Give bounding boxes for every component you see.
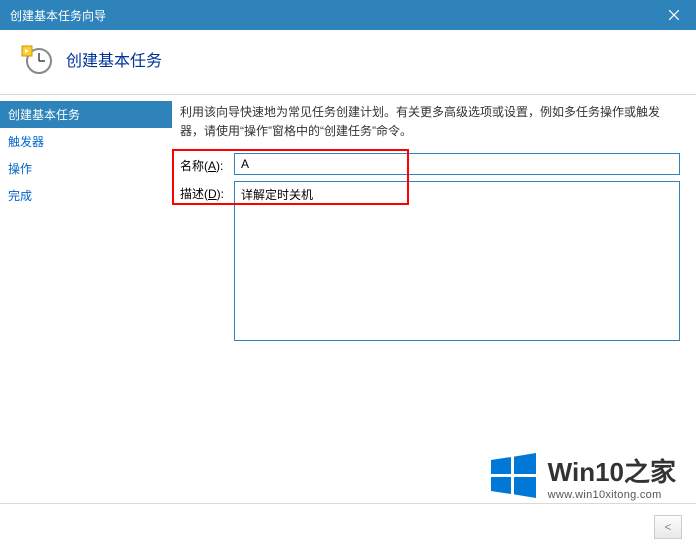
sidebar-item-trigger[interactable]: 触发器 bbox=[0, 128, 172, 155]
name-input[interactable] bbox=[234, 153, 680, 175]
window-title: 创建基本任务向导 bbox=[10, 7, 651, 24]
description-row: 描述(D): bbox=[180, 181, 680, 341]
wizard-icon bbox=[20, 42, 54, 76]
page-title: 创建基本任务 bbox=[66, 47, 162, 71]
name-row: 名称(A): bbox=[180, 153, 680, 175]
wizard-footer: < bbox=[0, 503, 696, 549]
description-label: 描述(D): bbox=[180, 181, 234, 202]
back-button[interactable]: < bbox=[654, 515, 682, 539]
sidebar-item-finish[interactable]: 完成 bbox=[0, 182, 172, 209]
title-bar: 创建基本任务向导 bbox=[0, 0, 696, 30]
content-area: 创建基本任务 触发器 操作 完成 利用该向导快速地为常见任务创建计划。有关更多高… bbox=[0, 95, 696, 499]
wizard-header: 创建基本任务 bbox=[0, 30, 696, 94]
sidebar-item-create-basic-task[interactable]: 创建基本任务 bbox=[0, 101, 172, 128]
main-panel: 利用该向导快速地为常见任务创建计划。有关更多高级选项或设置，例如多任务操作或触发… bbox=[172, 95, 696, 499]
wizard-steps-sidebar: 创建基本任务 触发器 操作 完成 bbox=[0, 95, 172, 499]
close-button[interactable] bbox=[651, 0, 696, 30]
sidebar-item-action[interactable]: 操作 bbox=[0, 155, 172, 182]
intro-text: 利用该向导快速地为常见任务创建计划。有关更多高级选项或设置，例如多任务操作或触发… bbox=[180, 103, 680, 141]
description-input[interactable] bbox=[234, 181, 680, 341]
name-label: 名称(A): bbox=[180, 153, 234, 174]
close-icon bbox=[669, 10, 679, 20]
